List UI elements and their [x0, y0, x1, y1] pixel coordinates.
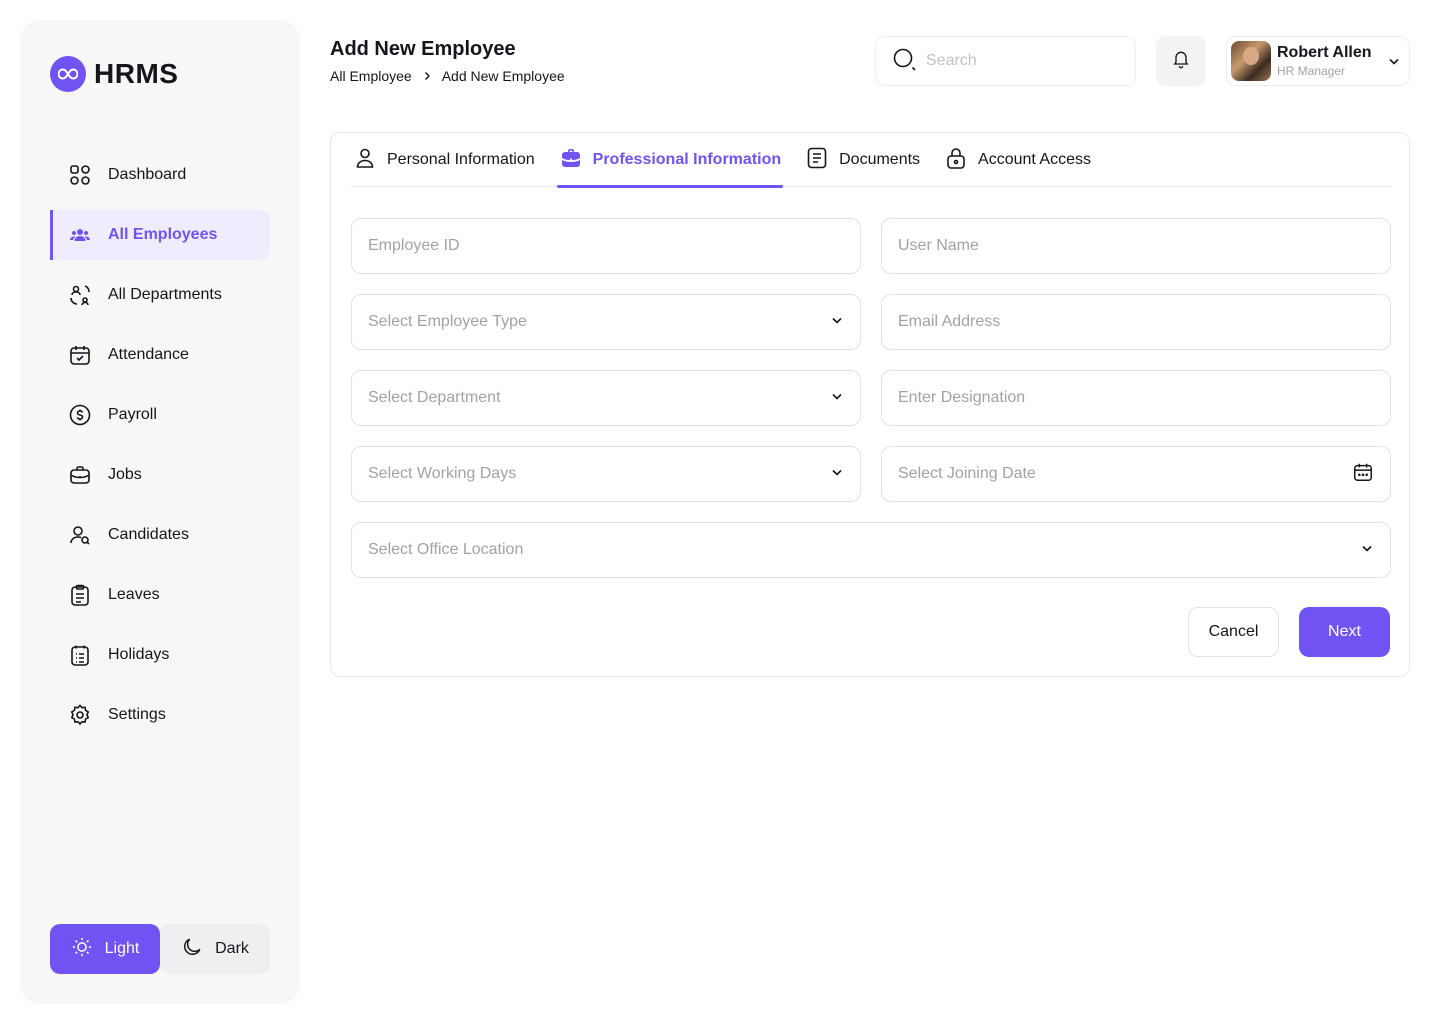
tab-documents[interactable]: Documents	[803, 133, 922, 187]
user-name: Robert Allen	[1277, 44, 1372, 61]
chevron-right-icon	[422, 68, 432, 84]
sidebar-item-attendance[interactable]: Attendance	[50, 330, 270, 380]
sidebar-item-label: Holidays	[108, 646, 170, 663]
sidebar-item-label: Attendance	[108, 346, 189, 363]
sidebar-item-holidays[interactable]: Holidays	[50, 630, 270, 680]
sidebar-item-leaves[interactable]: Leaves	[50, 570, 270, 620]
bell-icon	[1171, 49, 1191, 74]
sidebar-item-all-employees[interactable]: All Employees	[50, 210, 270, 260]
tab-label: Personal Information	[387, 151, 535, 168]
department-select[interactable]: Select Department	[351, 370, 861, 426]
working-days-placeholder: Select Working Days	[368, 465, 517, 482]
tab-personal-information[interactable]: Personal Information	[351, 133, 537, 187]
sidebar-item-label: Payroll	[108, 406, 157, 423]
next-button[interactable]: Next	[1299, 607, 1390, 657]
page-title: Add New Employee	[330, 38, 516, 60]
joining-date-picker[interactable]: Select Joining Date	[881, 446, 1391, 502]
working-days-select[interactable]: Select Working Days	[351, 446, 861, 502]
employee-type-select[interactable]: Select Employee Type	[351, 294, 861, 350]
calendar-check-icon	[68, 343, 92, 367]
moon-icon	[181, 936, 203, 963]
search-input[interactable]	[926, 52, 1106, 70]
sun-icon	[71, 936, 93, 963]
email-placeholder: Email Address	[898, 313, 1001, 330]
sidebar-item-settings[interactable]: Settings	[50, 690, 270, 740]
list-icon	[68, 643, 92, 667]
avatar	[1231, 41, 1271, 81]
office-location-select[interactable]: Select Office Location	[351, 522, 1391, 578]
user-name-field[interactable]: User Name	[881, 218, 1391, 274]
breadcrumb: All Employee Add New Employee	[330, 68, 565, 84]
dollar-circle-icon	[68, 403, 92, 427]
sidebar-item-label: Jobs	[108, 466, 142, 483]
dark-theme-button[interactable]: Dark	[160, 924, 270, 974]
infinity-icon	[50, 56, 86, 92]
sidebar: HRMS Dashboard All Employees All Departm…	[20, 20, 300, 1004]
grid-icon	[68, 163, 92, 187]
clipboard-icon	[68, 583, 92, 607]
breadcrumb-link-all-employee[interactable]: All Employee	[330, 68, 412, 84]
chevron-down-icon	[1360, 541, 1374, 560]
joining-date-placeholder: Select Joining Date	[898, 465, 1036, 482]
employee-id-field[interactable]: Employee ID	[351, 218, 861, 274]
gear-icon	[68, 703, 92, 727]
sidebar-item-label: Dashboard	[108, 166, 187, 183]
notifications-button[interactable]	[1156, 36, 1206, 86]
sidebar-item-label: Leaves	[108, 586, 160, 603]
sidebar-item-dashboard[interactable]: Dashboard	[50, 150, 270, 200]
sidebar-item-label: Candidates	[108, 526, 189, 543]
user-icon	[353, 146, 377, 175]
briefcase-icon	[68, 463, 92, 487]
users-icon	[68, 223, 92, 247]
candidates-icon	[68, 523, 92, 547]
search-icon	[892, 47, 916, 76]
light-theme-button[interactable]: Light	[50, 924, 160, 974]
sidebar-item-label: Settings	[108, 706, 166, 723]
light-label: Light	[104, 940, 140, 957]
sidebar-item-payroll[interactable]: Payroll	[50, 390, 270, 440]
briefcase-icon	[559, 146, 583, 175]
email-field[interactable]: Email Address	[881, 294, 1391, 350]
dark-label: Dark	[215, 940, 249, 957]
designation-field[interactable]: Enter Designation	[881, 370, 1391, 426]
employee-id-placeholder: Employee ID	[368, 237, 460, 254]
tab-account-access[interactable]: Account Access	[942, 133, 1093, 187]
tab-label: Documents	[839, 151, 921, 168]
theme-toggle: Light Dark	[50, 924, 270, 974]
sidebar-item-label: All Employees	[108, 226, 218, 243]
department-placeholder: Select Department	[368, 389, 501, 406]
sidebar-nav: Dashboard All Employees All Departments …	[50, 150, 270, 750]
designation-placeholder: Enter Designation	[898, 389, 1026, 406]
tab-label: Account Access	[978, 151, 1091, 168]
office-location-placeholder: Select Office Location	[368, 541, 524, 558]
logo-text: HRMS	[94, 58, 179, 89]
sidebar-item-jobs[interactable]: Jobs	[50, 450, 270, 500]
user-role: HR Manager	[1277, 64, 1346, 78]
employee-type-placeholder: Select Employee Type	[368, 313, 527, 330]
sidebar-item-all-departments[interactable]: All Departments	[50, 270, 270, 320]
tab-label: Professional Information	[592, 151, 782, 168]
user-name-placeholder: User Name	[898, 237, 979, 254]
chevron-down-icon	[830, 465, 844, 484]
logo[interactable]: HRMS	[50, 56, 178, 92]
employee-form-card: Personal Information Professional Inform…	[330, 132, 1410, 677]
chevron-down-icon	[1387, 54, 1401, 73]
departments-icon	[68, 283, 92, 307]
user-profile-menu[interactable]: Robert Allen HR Manager	[1226, 36, 1410, 86]
breadcrumb-current: Add New Employee	[441, 68, 565, 84]
form-tabs: Personal Information Professional Inform…	[351, 133, 1391, 188]
tab-professional-information[interactable]: Professional Information	[556, 133, 784, 188]
search-box	[875, 36, 1136, 86]
chevron-down-icon	[830, 389, 844, 408]
chevron-down-icon	[830, 313, 844, 332]
sidebar-item-candidates[interactable]: Candidates	[50, 510, 270, 560]
calendar-icon[interactable]	[1352, 461, 1374, 488]
cancel-button[interactable]: Cancel	[1188, 607, 1279, 657]
document-icon	[805, 146, 829, 175]
sidebar-item-label: All Departments	[108, 286, 222, 303]
lock-icon	[944, 146, 968, 175]
